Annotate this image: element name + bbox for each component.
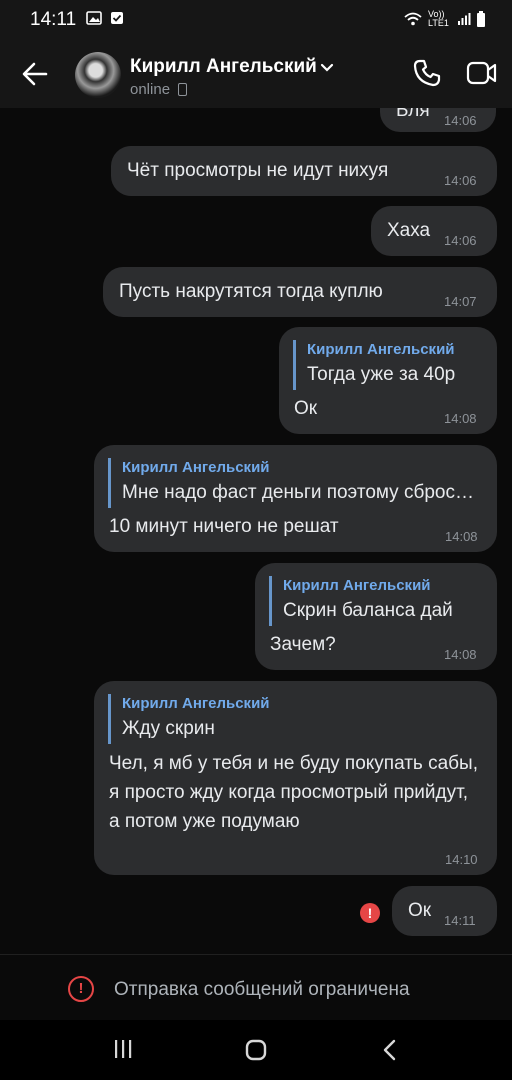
signal-icon xyxy=(458,13,471,25)
reply-author: Кирилл Ангельский xyxy=(283,577,431,594)
reply-quote[interactable]: Кирилл Ангельский Жду скрин xyxy=(108,694,462,744)
status-right-group: Vo)) LTE1 xyxy=(403,8,486,30)
message-bubble-outgoing[interactable]: Кирилл Ангельский Скрин баланса дай Заче… xyxy=(255,563,497,670)
message-text: Чел, я мб у тебя и не буду покупать сабы… xyxy=(109,753,478,832)
mobile-device-icon xyxy=(178,83,187,96)
message-time: 14:11 xyxy=(444,913,476,928)
home-icon[interactable] xyxy=(244,1038,268,1062)
warning-icon: ! xyxy=(68,976,94,1002)
gallery-icon xyxy=(86,11,102,25)
message-bubble-incoming[interactable]: Кирилл Ангельский Жду скрин Чел, я мб у … xyxy=(94,681,497,875)
message-time: 14:08 xyxy=(445,529,478,544)
message-list[interactable]: Бля 14:06 Чёт просмотры не идут нихуя 14… xyxy=(0,108,512,954)
message-text: 10 минут ничего не решат xyxy=(109,516,339,537)
message-text: Ок xyxy=(294,398,318,419)
reply-author: Кирилл Ангельский xyxy=(122,695,270,712)
reply-author: Кирилл Ангельский xyxy=(307,341,455,358)
message-bubble-outgoing[interactable]: Хаха 14:06 xyxy=(371,206,497,256)
contact-name[interactable]: Кирилл Ангельский xyxy=(130,56,317,78)
message-text: Ок xyxy=(408,900,432,921)
message-time: 14:06 xyxy=(444,173,477,188)
reply-text: Мне надо фаст деньги поэтому сбросил цен… xyxy=(122,482,480,503)
message-time: 14:07 xyxy=(444,294,477,309)
reply-quote[interactable]: Кирилл Ангельский Скрин баланса дай xyxy=(269,576,495,626)
contact-status: online xyxy=(130,81,171,98)
message-text: Хаха xyxy=(387,220,431,241)
reply-quote[interactable]: Кирилл Ангельский Мне надо фаст деньги п… xyxy=(108,458,480,508)
message-bubble-outgoing[interactable]: Кирилл Ангельский Тогда уже за 40р Ок 14… xyxy=(279,327,497,434)
wifi-icon xyxy=(404,12,422,26)
message-bubble-incoming[interactable]: Кирилл Ангельский Мне надо фаст деньги п… xyxy=(94,445,497,552)
back-icon[interactable] xyxy=(380,1038,400,1062)
message-time: 14:08 xyxy=(444,411,477,426)
battery-icon xyxy=(477,11,485,27)
message-text: Зачем? xyxy=(270,634,336,655)
message-text: Пусть накрутятся тогда куплю xyxy=(119,281,383,302)
message-bubble-incoming[interactable]: Пусть накрутятся тогда куплю 14:07 xyxy=(103,267,497,317)
call-button[interactable] xyxy=(412,58,442,88)
message-bubble-outgoing[interactable]: Бля 14:06 xyxy=(380,108,496,132)
messaging-restricted-bar: ! Отправка сообщений ограничена xyxy=(0,954,512,1021)
checkbox-notification-icon xyxy=(111,12,123,24)
send-error-icon[interactable]: ! xyxy=(360,903,380,923)
back-arrow-icon[interactable] xyxy=(20,60,50,88)
status-time: 14:11 xyxy=(30,9,77,30)
message-bubble-outgoing[interactable]: Ок 14:11 xyxy=(392,886,497,936)
reply-quote[interactable]: Кирилл Ангельский Тогда уже за 40р xyxy=(293,340,495,390)
contact-avatar[interactable] xyxy=(75,52,121,98)
network-label: Vo)) LTE1 xyxy=(428,9,449,28)
system-nav-bar xyxy=(0,1020,512,1080)
restriction-notice: Отправка сообщений ограничена xyxy=(114,979,410,1000)
message-time: 14:06 xyxy=(444,113,477,128)
reply-text: Жду скрин xyxy=(122,718,215,739)
message-text: Бля xyxy=(396,108,430,121)
message-bubble-incoming[interactable]: Чёт просмотры не идут нихуя 14:06 xyxy=(111,146,497,196)
message-time: 14:10 xyxy=(445,852,478,867)
chat-header: Кирилл Ангельский online xyxy=(0,40,512,108)
message-time: 14:08 xyxy=(444,647,477,662)
message-text: Чёт просмотры не идут нихуя xyxy=(127,160,389,181)
status-bar: 14:11 Vo)) LTE1 xyxy=(0,0,512,40)
video-call-button[interactable] xyxy=(466,60,498,86)
reply-text: Тогда уже за 40р xyxy=(307,364,456,385)
message-time: 14:06 xyxy=(444,233,477,248)
recent-apps-icon[interactable] xyxy=(112,1038,134,1060)
reply-author: Кирилл Ангельский xyxy=(122,459,270,476)
reply-text: Скрин баланса дай xyxy=(283,600,453,621)
chevron-down-icon[interactable] xyxy=(320,63,334,72)
